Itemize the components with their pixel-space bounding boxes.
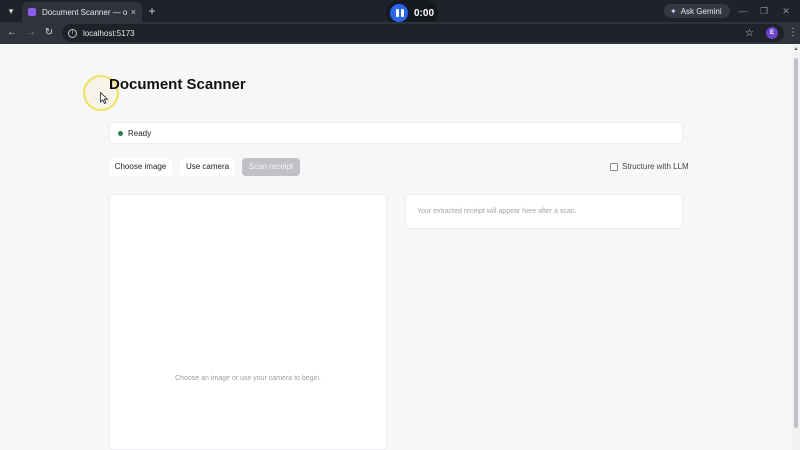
ask-gemini-button[interactable]: ✦ Ask Gemini (664, 4, 730, 18)
tab-search-button[interactable]: ▾ (4, 4, 18, 18)
use-camera-button[interactable]: Use camera (180, 158, 235, 176)
scrollbar-thumb[interactable] (794, 58, 798, 428)
sparkle-icon: ✦ (670, 6, 677, 16)
profile-avatar[interactable]: E (766, 27, 778, 39)
image-preview-panel: Choose an image or use your camera to be… (109, 194, 387, 450)
image-placeholder-text: Choose an image or use your camera to be… (175, 375, 321, 382)
reload-button[interactable]: ↻ (42, 26, 56, 40)
choose-image-button[interactable]: Choose image (109, 158, 172, 176)
browser-tab[interactable]: Document Scanner — on-devic × (22, 2, 142, 22)
bookmark-star-icon[interactable]: ☆ (745, 28, 754, 39)
pause-recording-button[interactable] (388, 2, 410, 24)
browser-titlebar: ▾ Document Scanner — on-devic × + 0:00 ✦… (0, 0, 800, 26)
close-window-button[interactable]: ✕ (779, 4, 793, 18)
back-button[interactable]: ← (5, 26, 19, 40)
site-info-icon[interactable]: i (68, 28, 77, 38)
forward-button[interactable]: → (24, 26, 38, 40)
page-scrollbar[interactable]: ▲ (792, 44, 800, 450)
restore-window-button[interactable]: ❐ (757, 4, 771, 18)
close-tab-icon[interactable]: × (131, 7, 136, 17)
recording-timer: 0:00 (414, 7, 435, 19)
result-placeholder-text: Your extracted receipt will appear here … (417, 208, 577, 215)
page-viewport: Document Scanner Ready Choose image Use … (0, 44, 792, 450)
scroll-up-arrow-icon[interactable]: ▲ (793, 46, 799, 52)
llm-checkbox-label[interactable]: Structure with LLM (622, 162, 689, 171)
address-url[interactable]: localhost:5173 (83, 29, 745, 38)
app-favicon-icon (28, 8, 36, 16)
mouse-cursor-icon (100, 92, 108, 104)
ask-gemini-label: Ask Gemini (680, 6, 722, 16)
new-tab-button[interactable]: + (146, 4, 158, 18)
llm-checkbox[interactable] (610, 162, 618, 171)
status-bar: Ready (109, 122, 683, 144)
status-text: Ready (128, 128, 152, 138)
receipt-result-panel: Your extracted receipt will appear here … (405, 194, 683, 229)
address-bar[interactable]: i localhost:5173 ☆ E (62, 24, 784, 42)
page-title: Document Scanner (109, 76, 246, 93)
tab-title: Document Scanner — on-devic (42, 7, 127, 17)
structure-with-llm-toggle[interactable]: Structure with LLM (610, 162, 689, 171)
scan-receipt-button[interactable]: Scan receipt (242, 158, 300, 176)
minimize-window-button[interactable]: — (736, 4, 750, 18)
browser-toolbar: ← → ↻ i localhost:5173 ☆ E ⋮ (0, 22, 800, 44)
status-indicator-icon (118, 130, 123, 136)
browser-menu-icon[interactable]: ⋮ (788, 26, 798, 40)
